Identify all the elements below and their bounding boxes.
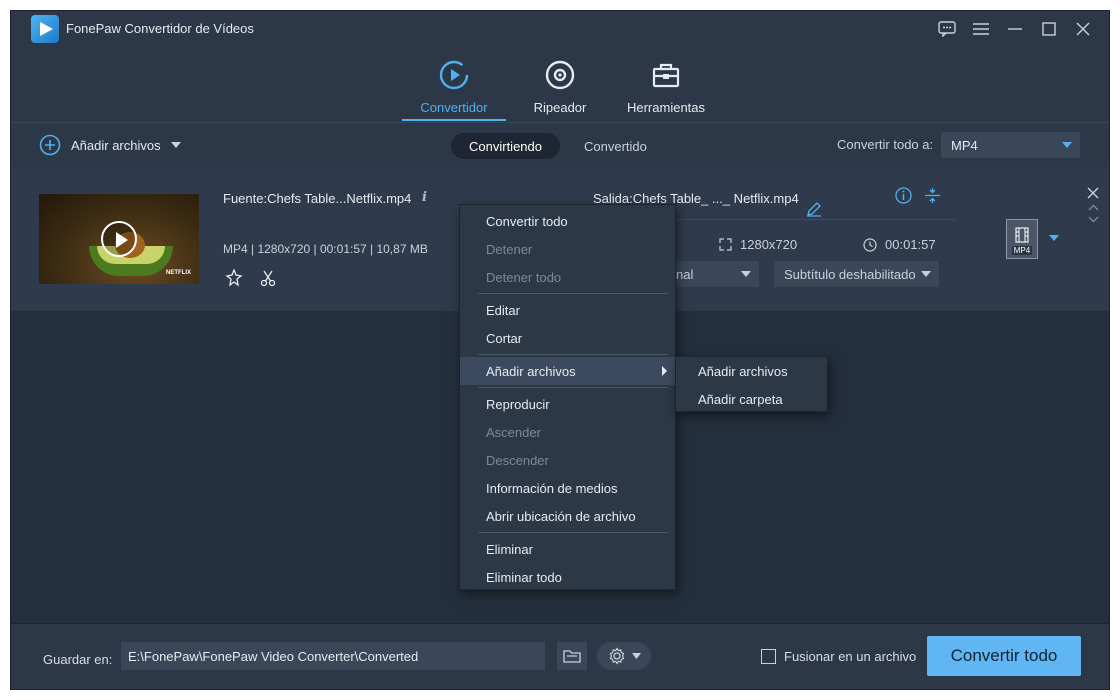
- output-resolution: 1280x720: [719, 237, 797, 252]
- app-window: FonePaw Convertidor de Vídeos Convertido…: [10, 10, 1110, 690]
- folder-icon: [563, 650, 581, 663]
- remove-item-icon[interactable]: [1087, 187, 1099, 199]
- disc-icon: [545, 60, 575, 90]
- output-path-field[interactable]: E:\FonePaw\FonePaw Video Converter\Conve…: [121, 642, 643, 670]
- convert-icon: [439, 60, 469, 90]
- menu-item-stop-all[interactable]: Detener todo: [460, 263, 675, 291]
- menu-divider: [478, 532, 668, 533]
- chevron-down-icon: [921, 271, 931, 277]
- info-icon[interactable]: i: [422, 190, 427, 205]
- menu-divider: [478, 387, 668, 388]
- tab-label: Ripeador: [533, 100, 587, 115]
- menu-item-play[interactable]: Reproducir: [460, 390, 675, 418]
- add-files-submenu: Añadir archivos Añadir carpeta: [675, 356, 828, 412]
- app-title: FonePaw Convertidor de Vídeos: [66, 21, 254, 36]
- open-folder-button[interactable]: [557, 642, 587, 670]
- chevron-down-icon: [741, 271, 751, 277]
- menu-item-open-location[interactable]: Abrir ubicación de archivo: [460, 502, 675, 530]
- save-label: Guardar en:: [43, 652, 113, 667]
- convert-all-to-label: Convertir todo a:: [837, 137, 934, 152]
- move-down-icon[interactable]: [1088, 216, 1099, 223]
- merge-checkbox[interactable]: [761, 649, 776, 664]
- toolbox-icon: [652, 63, 680, 88]
- video-thumbnail[interactable]: NETFLIX: [39, 194, 199, 284]
- output-format-button[interactable]: MP4: [1006, 219, 1038, 259]
- toolbar: Añadir archivos Convirtiendo Convertido …: [11, 123, 1109, 167]
- tab-ripeador[interactable]: Ripeador: [507, 57, 613, 121]
- menu-item-add-files[interactable]: Añadir archivos: [460, 357, 675, 385]
- menu-item-stop[interactable]: Detener: [460, 235, 675, 263]
- film-icon: [1015, 227, 1029, 243]
- context-menu: Convertir todo Detener Detener todo Edit…: [459, 204, 676, 590]
- tab-label: Convertidor: [420, 100, 488, 115]
- expand-icon: [719, 238, 732, 251]
- maximize-icon[interactable]: [1039, 19, 1059, 39]
- merge-label: Fusionar en un archivo: [784, 649, 917, 664]
- subtitle-value: Subtítulo deshabilitado: [784, 266, 916, 282]
- info-circle-icon[interactable]: [895, 187, 912, 204]
- menu-item-delete-all[interactable]: Eliminar todo: [460, 563, 675, 591]
- submenu-item-add-folder[interactable]: Añadir carpeta: [676, 385, 827, 413]
- thumbnail-watermark: NETFLIX: [166, 270, 191, 276]
- menu-item-move-up[interactable]: Ascender: [460, 418, 675, 446]
- compress-icon[interactable]: [924, 187, 941, 204]
- source-meta: MP4 | 1280x720 | 00:01:57 | 10,87 MB: [223, 242, 428, 256]
- clock-icon: [863, 237, 877, 252]
- menu-divider: [478, 354, 668, 355]
- play-icon[interactable]: [101, 221, 137, 257]
- menu-item-media-info[interactable]: Información de medios: [460, 474, 675, 502]
- chevron-right-icon: [662, 366, 667, 376]
- submenu-item-add-files[interactable]: Añadir archivos: [676, 357, 827, 385]
- tab-convertidor[interactable]: Convertidor: [401, 57, 507, 121]
- tab-converting[interactable]: Convirtiendo: [451, 133, 560, 159]
- status-segment: Convirtiendo Convertido: [451, 133, 665, 159]
- audio-track-value: nal: [676, 266, 694, 282]
- menu-item-delete[interactable]: Eliminar: [460, 535, 675, 563]
- output-path-value: E:\FonePaw\FonePaw Video Converter\Conve…: [128, 648, 419, 664]
- minimize-icon[interactable]: [1005, 19, 1025, 39]
- menu-icon[interactable]: [971, 19, 991, 39]
- footer: Guardar en: E:\FonePaw\FonePaw Video Con…: [11, 623, 1109, 689]
- title-bar: FonePaw Convertidor de Vídeos Convertido…: [11, 11, 1109, 123]
- convert-all-button[interactable]: Convertir todo: [927, 636, 1081, 676]
- format-badge: MP4: [1011, 246, 1033, 255]
- main-nav: Convertidor Ripeador Herramientas: [401, 57, 719, 121]
- chevron-down-icon: [1062, 142, 1072, 148]
- tab-herramientas[interactable]: Herramientas: [613, 57, 719, 121]
- output-duration: 00:01:57: [863, 237, 936, 252]
- menu-item-cut[interactable]: Cortar: [460, 324, 675, 352]
- source-tools: [225, 269, 277, 287]
- merge-option[interactable]: Fusionar en un archivo: [761, 649, 916, 664]
- output-tools: [895, 187, 941, 204]
- gear-icon: [609, 647, 624, 665]
- app-logo-icon: [31, 15, 59, 43]
- settings-button[interactable]: [597, 642, 651, 670]
- source-filename: Fuente:Chefs Table...Netflix.mp4: [223, 191, 412, 206]
- menu-item-move-down[interactable]: Descender: [460, 446, 675, 474]
- tab-label: Herramientas: [626, 100, 706, 115]
- chevron-down-icon: [170, 142, 181, 148]
- window-controls: [937, 19, 1093, 39]
- chevron-down-icon: [631, 653, 641, 659]
- edit-icon[interactable]: [806, 201, 822, 217]
- scissors-icon[interactable]: [259, 269, 277, 287]
- menu-item-convert-all[interactable]: Convertir todo: [460, 207, 675, 235]
- format-value: MP4: [951, 137, 978, 153]
- feedback-icon[interactable]: [937, 19, 957, 39]
- menu-item-label: Añadir archivos: [486, 363, 576, 379]
- menu-item-edit[interactable]: Editar: [460, 296, 675, 324]
- add-circle-icon: [39, 134, 61, 156]
- menu-divider: [478, 293, 668, 294]
- resolution-value: 1280x720: [740, 237, 798, 252]
- add-files-button[interactable]: Añadir archivos: [39, 134, 181, 156]
- subtitle-select[interactable]: Subtítulo deshabilitado: [774, 261, 939, 287]
- duration-value: 00:01:57: [885, 237, 936, 252]
- format-select[interactable]: MP4: [941, 132, 1080, 158]
- close-icon[interactable]: [1073, 19, 1093, 39]
- move-up-icon[interactable]: [1088, 204, 1099, 211]
- tab-converted[interactable]: Convertido: [566, 133, 665, 159]
- magic-wand-icon[interactable]: [225, 269, 243, 287]
- add-files-label: Añadir archivos: [71, 137, 161, 153]
- chevron-down-icon[interactable]: [1049, 235, 1059, 241]
